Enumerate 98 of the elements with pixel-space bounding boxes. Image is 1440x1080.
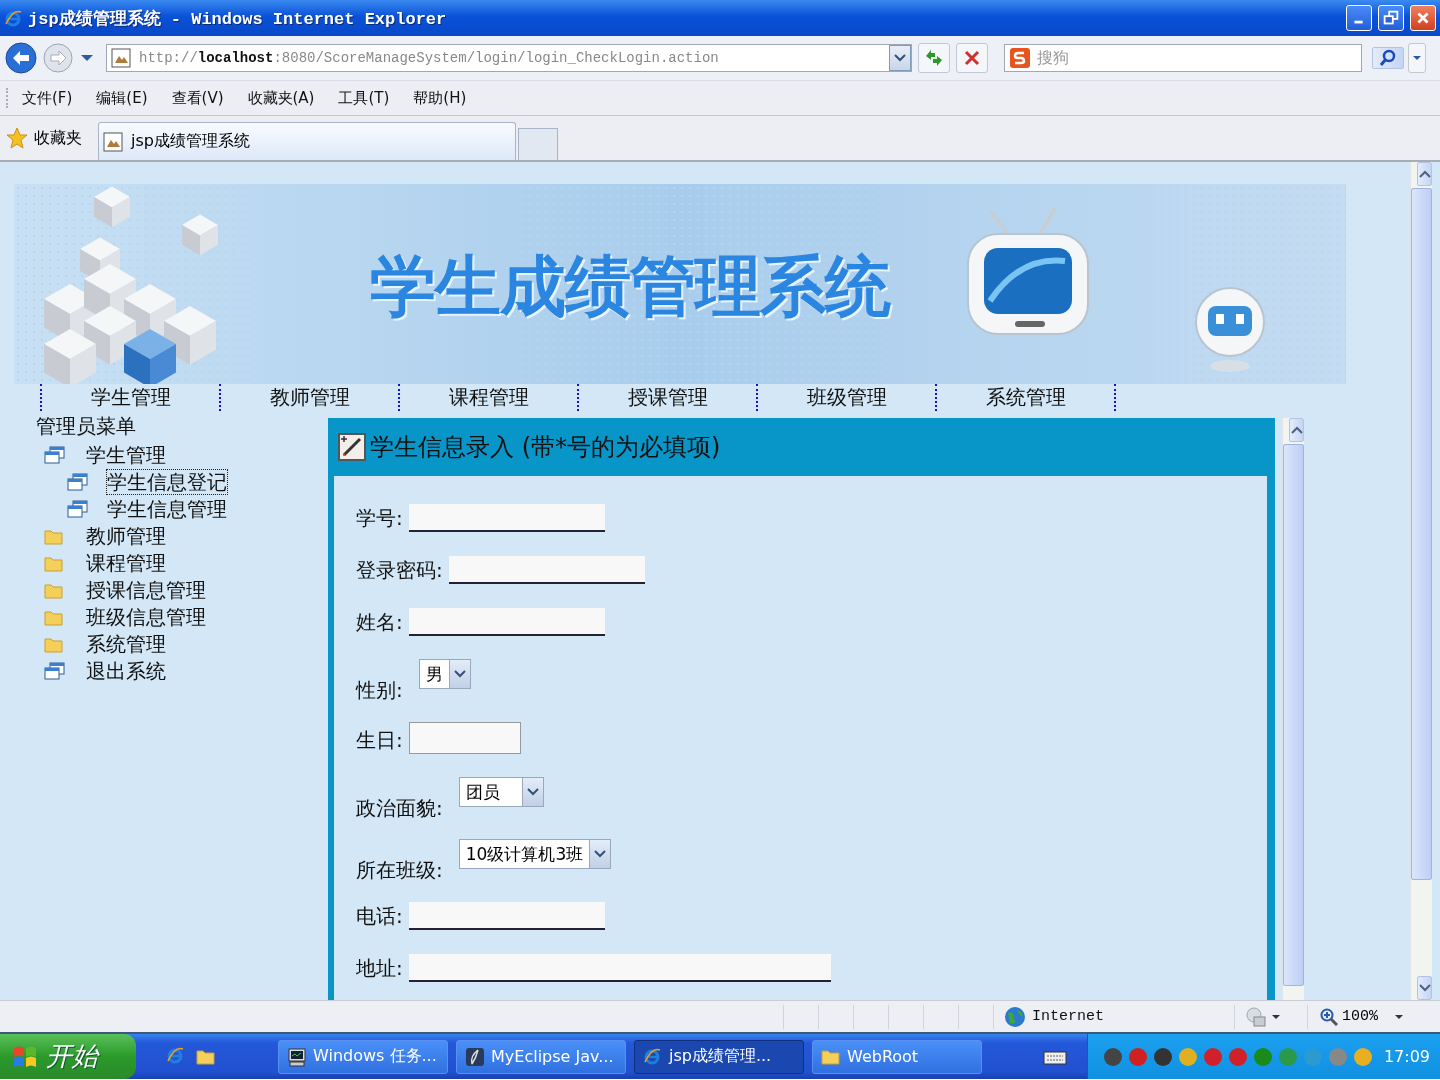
menu-item[interactable]: 编辑(E): [96, 88, 148, 108]
menu-item[interactable]: 文件(F): [22, 88, 73, 108]
chevron-up-icon: [1290, 425, 1303, 435]
menu-item[interactable]: 收藏夹(A): [247, 88, 315, 108]
menu-title: 管理员菜单: [36, 413, 137, 440]
field-label: 地址:: [356, 955, 403, 982]
tab-label: jsp成绩管理系统: [131, 131, 250, 152]
browser-tab[interactable]: jsp成绩管理系统: [98, 122, 516, 160]
field-label: 所在班级:: [356, 857, 443, 884]
nav-link[interactable]: 课程管理: [448, 384, 529, 411]
back-button[interactable]: [4, 41, 38, 75]
menu-link[interactable]: 学生管理: [85, 441, 167, 468]
text-field[interactable]: [408, 504, 605, 532]
window-icon: [44, 661, 65, 680]
chevron-down-icon: [1418, 983, 1431, 993]
menu-item[interactable]: 工具(T): [338, 88, 390, 108]
menu-link[interactable]: 课程管理: [85, 549, 167, 576]
caret-icon[interactable]: [1271, 1012, 1281, 1021]
clock: 17:09: [1383, 1047, 1430, 1066]
caret-icon: [1412, 54, 1422, 62]
menu-link[interactable]: 授课信息管理: [85, 576, 207, 603]
url-text: http://localhost:8080/ScoreManageSystem/login/login_CheckLogin.action: [139, 50, 719, 66]
refresh-icon: [923, 48, 945, 68]
menu-link[interactable]: 学生信息登记: [106, 468, 228, 495]
search-options-button[interactable]: [1408, 43, 1426, 73]
banner-title: 学生成绩管理系统: [370, 247, 890, 327]
search-box[interactable]: 搜狗: [1004, 44, 1362, 72]
stop-button[interactable]: [956, 43, 988, 73]
text-field[interactable]: [408, 954, 831, 982]
dropdown[interactable]: 10级计算机3班: [458, 839, 612, 869]
window-icon: [44, 445, 65, 464]
taskbar-button[interactable]: MyEclipse Jav...: [456, 1039, 626, 1074]
computer-icon: [287, 1046, 307, 1067]
taskbar-button[interactable]: jsp成绩管理...: [634, 1039, 804, 1074]
search-engine-logo-icon: [1009, 47, 1031, 69]
nav-link[interactable]: 系统管理: [985, 384, 1066, 411]
star-icon: [6, 127, 28, 149]
field-label: 登录密码:: [356, 557, 443, 584]
dropdown-button[interactable]: [889, 45, 911, 71]
chevron-down-icon: [526, 787, 539, 797]
security-zone-label: Internet: [1032, 1008, 1104, 1025]
edit-icon: [338, 433, 366, 461]
scroll-down-button[interactable]: [1417, 976, 1432, 1000]
scroll-up-button[interactable]: [1289, 418, 1304, 442]
stop-icon: [962, 48, 982, 68]
nav-link[interactable]: 教师管理: [269, 384, 350, 411]
window-title: jsp成绩管理系统 - Windows Internet Explorer: [28, 8, 447, 30]
nav-link[interactable]: 学生管理: [90, 384, 171, 411]
start-button[interactable]: 开始: [0, 1034, 136, 1079]
zoom-button[interactable]: 100%: [1307, 1004, 1384, 1029]
nav-link[interactable]: 授课管理: [627, 384, 708, 411]
field-label: 姓名:: [356, 609, 403, 636]
refresh-button[interactable]: [918, 43, 950, 73]
text-field[interactable]: [408, 608, 605, 636]
eclipse-icon: [465, 1046, 485, 1067]
chevron-up-icon: [1418, 169, 1431, 179]
menu-link[interactable]: 班级信息管理: [85, 603, 207, 630]
scrollbar[interactable]: [1410, 162, 1432, 1000]
menu-link[interactable]: 学生信息管理: [106, 495, 228, 522]
scrollbar-thumb[interactable]: [1411, 188, 1432, 880]
caret-icon[interactable]: [1394, 1012, 1404, 1021]
ie-icon: [4, 9, 22, 27]
menu-link[interactable]: 教师管理: [85, 522, 167, 549]
address-field[interactable]: http://localhost:8080/ScoreManageSystem/login/login_CheckLogin.action: [106, 44, 912, 72]
field-label: 学号:: [356, 505, 403, 532]
search-field[interactable]: 搜狗: [1035, 48, 1339, 68]
date-field[interactable]: [408, 722, 521, 754]
page-icon: [111, 48, 131, 68]
taskbar-button[interactable]: Windows 任务...: [278, 1039, 448, 1074]
caret-icon[interactable]: [80, 53, 94, 63]
dropdown[interactable]: 男: [418, 659, 471, 689]
window-icon: [67, 499, 88, 518]
field-label: 生日:: [356, 727, 403, 754]
search-button[interactable]: [1372, 47, 1404, 69]
dropdown[interactable]: 团员: [458, 777, 544, 807]
search-icon: [1378, 48, 1398, 68]
ie-icon: [643, 1046, 663, 1067]
globe-icon: [1004, 1005, 1026, 1028]
menu-item[interactable]: 帮助(H): [413, 88, 467, 108]
favorites-button[interactable]: 收藏夹: [0, 118, 88, 158]
field-label: 性别:: [356, 677, 403, 704]
menu-item[interactable]: 查看(V): [171, 88, 224, 108]
field-label: 电话:: [356, 903, 403, 930]
scroll-up-button[interactable]: [1417, 162, 1432, 186]
page-icon: [103, 131, 123, 152]
taskbar-button[interactable]: WebRoot: [812, 1039, 982, 1074]
chevron-down-icon: [594, 849, 607, 859]
form-title: 学生信息录入 (带*号的为必填项): [370, 432, 721, 463]
chevron-down-icon: [894, 53, 906, 63]
text-field[interactable]: [448, 556, 645, 584]
window-icon: [67, 472, 88, 491]
zoom-icon: [1320, 1007, 1338, 1026]
field-label: 政治面貌:: [356, 795, 443, 822]
menu-link[interactable]: 系统管理: [85, 630, 167, 657]
nav-link[interactable]: 班级管理: [806, 384, 887, 411]
menu-link[interactable]: 退出系统: [85, 657, 167, 684]
text-field[interactable]: [408, 902, 605, 930]
chevron-down-icon: [453, 669, 466, 679]
